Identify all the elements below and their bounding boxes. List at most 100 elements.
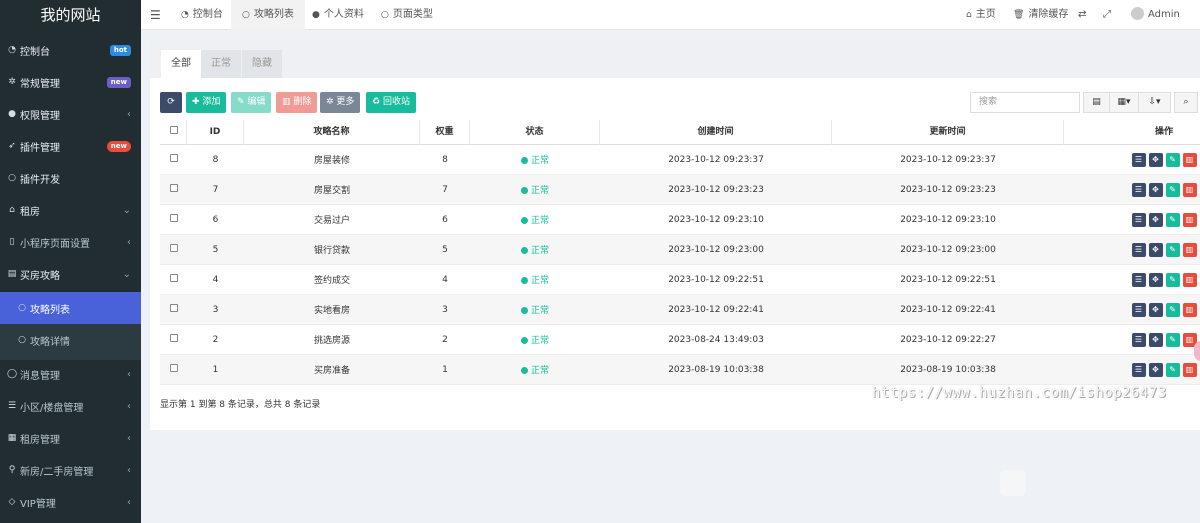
sidebar-item-6[interactable]: ▯ 小程序页面设置 ‹ <box>0 226 141 258</box>
row-checkbox[interactable] <box>160 274 187 285</box>
table-row[interactable]: 5 银行贷款 5 正常 2023-10-12 09:23:00 2023-10-12 09… <box>160 235 1200 265</box>
drag-sort-icon[interactable]: ✥ <box>1148 302 1163 317</box>
toggle-view-icon[interactable]: ▤ <box>1083 92 1110 113</box>
sidebar-item-0[interactable]: ◔ 控制台 hot <box>0 34 141 66</box>
sidebar-item-3[interactable]: ➶ 插件管理 new <box>0 130 141 162</box>
delete-icon[interactable]: ▥ <box>1182 212 1197 227</box>
add-button[interactable]: ✚ 添加 <box>186 92 227 113</box>
edit-icon[interactable]: ✎ <box>1165 362 1180 377</box>
sidebar-item-12[interactable]: ▦ 租房管理 ‹ <box>0 422 141 454</box>
row-checkbox[interactable] <box>160 244 187 255</box>
tab-hidden[interactable]: 隐藏 <box>242 50 282 78</box>
drag-sort-icon[interactable]: ✥ <box>1148 182 1163 197</box>
status-badge[interactable]: 正常 <box>470 213 600 226</box>
drag-sort-icon[interactable]: ✥ <box>1148 362 1163 377</box>
refresh-button[interactable]: ⟳ <box>160 92 182 113</box>
row-checkbox[interactable] <box>160 184 187 195</box>
edit-icon[interactable]: ✎ <box>1165 272 1180 287</box>
table-row[interactable]: 1 买房准备 1 正常 2023-08-19 10:03:38 2023-08-19 10… <box>160 355 1200 385</box>
status-badge[interactable]: 正常 <box>470 333 600 346</box>
columns-icon[interactable]: ▦▾ <box>1109 92 1139 113</box>
column-header[interactable]: 权重 <box>420 119 470 145</box>
status-badge[interactable]: 正常 <box>470 303 600 316</box>
delete-icon[interactable]: ▥ <box>1182 242 1197 257</box>
table-row[interactable]: 6 交易过户 6 正常 2023-10-12 09:23:10 2023-10-12 09… <box>160 205 1200 235</box>
drag-sort-icon[interactable]: ✥ <box>1148 242 1163 257</box>
sidebar-item-8[interactable]: ○ 攻略列表 <box>0 292 141 324</box>
detail-icon[interactable]: ☰ <box>1131 242 1146 257</box>
delete-icon[interactable]: ▥ <box>1182 152 1197 167</box>
advanced-search-icon[interactable]: ⌕ <box>1174 92 1198 113</box>
sidebar-item-2[interactable]: ● 权限管理 ‹ <box>0 98 141 130</box>
more-button[interactable]: ✲ 更多 <box>320 92 361 113</box>
edit-icon[interactable]: ✎ <box>1165 242 1180 257</box>
tab-strategy-list[interactable]: ○ 攻略列表 <box>231 0 305 30</box>
status-badge[interactable]: 正常 <box>470 153 600 166</box>
edit-icon[interactable]: ✎ <box>1165 212 1180 227</box>
status-badge[interactable]: 正常 <box>470 183 600 196</box>
fullscreen-icon[interactable]: ⤢ <box>1103 0 1111 30</box>
status-badge[interactable]: 正常 <box>470 243 600 256</box>
detail-icon[interactable]: ☰ <box>1131 362 1146 377</box>
detail-icon[interactable]: ☰ <box>1131 272 1146 287</box>
row-checkbox[interactable] <box>160 304 187 315</box>
sidebar-item-1[interactable]: ✲ 常规管理 new <box>0 66 141 98</box>
clear-cache-button[interactable]: 🗑 清除缓存 <box>1013 0 1068 30</box>
status-badge[interactable]: 正常 <box>470 273 600 286</box>
row-checkbox[interactable] <box>160 364 187 375</box>
select-all-checkbox[interactable] <box>160 119 187 145</box>
status-badge[interactable]: 正常 <box>470 363 600 376</box>
row-checkbox[interactable] <box>160 214 187 225</box>
column-header[interactable]: 创建时间 <box>600 119 832 145</box>
edit-icon[interactable]: ✎ <box>1165 152 1180 167</box>
home-link[interactable]: ⌂ 主页 <box>966 0 996 30</box>
detail-icon[interactable]: ☰ <box>1131 182 1146 197</box>
table-row[interactable]: 4 签约成交 4 正常 2023-10-12 09:22:51 2023-10-12 09… <box>160 265 1200 295</box>
language-icon[interactable]: ⇄ <box>1078 0 1086 30</box>
table-row[interactable]: 8 房屋装修 8 正常 2023-10-12 09:23:37 2023-10-12 09… <box>160 145 1200 175</box>
table-row[interactable]: 3 实地看房 3 正常 2023-10-12 09:22:41 2023-10-12 09… <box>160 295 1200 325</box>
sidebar-item-9[interactable]: ○ 攻略详情 <box>0 324 141 356</box>
column-header[interactable]: ID <box>187 119 244 145</box>
edit-icon[interactable]: ✎ <box>1165 302 1180 317</box>
edit-icon[interactable]: ✎ <box>1165 182 1180 197</box>
delete-icon[interactable]: ▥ <box>1182 272 1197 287</box>
column-header[interactable]: 状态 <box>470 119 600 145</box>
tab-dashboard[interactable]: ◔ 控制台 <box>171 0 233 30</box>
menu-toggle-icon[interactable]: ☰ <box>150 0 161 30</box>
detail-icon[interactable]: ☰ <box>1131 152 1146 167</box>
detail-icon[interactable]: ☰ <box>1131 212 1146 227</box>
row-checkbox[interactable] <box>160 154 187 165</box>
sidebar-item-4[interactable]: ○ 插件开发 <box>0 162 141 194</box>
sidebar-item-13[interactable]: ⚲ 新房/二手房管理 ‹ <box>0 454 141 486</box>
edit-button[interactable]: ✎ 编辑 <box>231 92 272 113</box>
sidebar-item-7[interactable]: ▤ 买房攻略 ⌄ <box>0 258 141 290</box>
recycle-bin-button[interactable]: ♻ 回收站 <box>366 92 416 113</box>
column-header[interactable]: 攻略名称 <box>244 119 420 145</box>
sidebar-item-10[interactable]: ◯ 消息管理 ‹ <box>0 358 141 390</box>
sidebar-item-11[interactable]: ☰ 小区/楼盘管理 ‹ <box>0 390 141 422</box>
table-row[interactable]: 2 挑选房源 2 正常 2023-08-24 13:49:03 2023-10-12 09… <box>160 325 1200 355</box>
user-menu[interactable]: Admin <box>1131 0 1180 30</box>
sidebar-item-5[interactable]: ⌂ 租房 ⌄ <box>0 194 141 226</box>
drag-sort-icon[interactable]: ✥ <box>1148 272 1163 287</box>
delete-button[interactable]: ▥ 删除 <box>276 92 318 113</box>
sidebar-item-14[interactable]: ◇ VIP管理 ‹ <box>0 486 141 518</box>
drag-sort-icon[interactable]: ✥ <box>1148 152 1163 167</box>
table-row[interactable]: 7 房屋交割 7 正常 2023-10-12 09:23:23 2023-10-12 09… <box>160 175 1200 205</box>
tab-profile[interactable]: ● 个人资料 <box>302 0 374 30</box>
side-widget[interactable] <box>1194 341 1200 361</box>
drag-sort-icon[interactable]: ✥ <box>1148 332 1163 347</box>
app-logo[interactable]: 我的网站 <box>0 0 141 30</box>
tab-page-type[interactable]: ○ 页面类型 <box>371 0 443 30</box>
search-input[interactable]: 搜索 <box>970 92 1080 113</box>
drag-sort-icon[interactable]: ✥ <box>1148 212 1163 227</box>
edit-icon[interactable]: ✎ <box>1165 332 1180 347</box>
tab-all[interactable]: 全部 <box>161 50 201 78</box>
detail-icon[interactable]: ☰ <box>1131 332 1146 347</box>
delete-icon[interactable]: ▥ <box>1182 302 1197 317</box>
delete-icon[interactable]: ▥ <box>1182 362 1197 377</box>
delete-icon[interactable]: ▥ <box>1182 182 1197 197</box>
export-icon[interactable]: ⇩▾ <box>1138 92 1171 113</box>
column-header[interactable]: 更新时间 <box>832 119 1064 145</box>
